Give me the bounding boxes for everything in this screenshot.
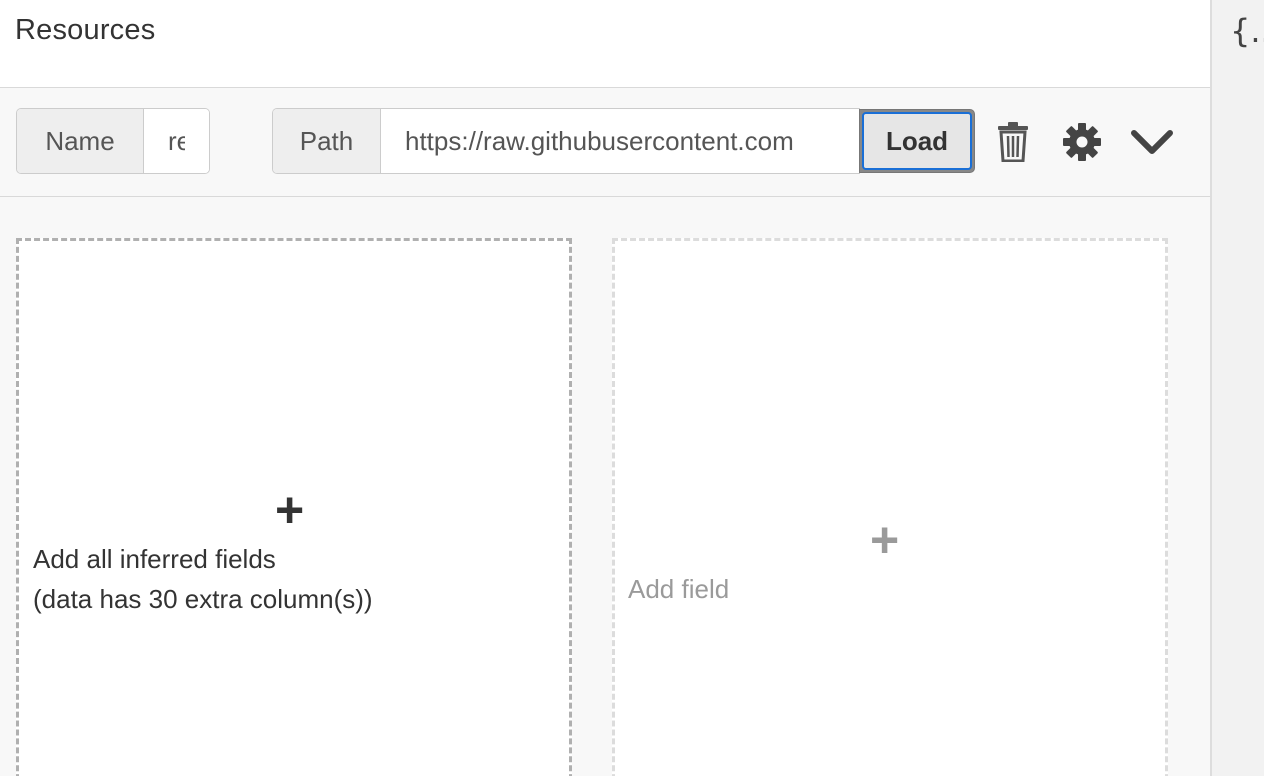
path-label: Path [273,109,381,173]
side-panel: {...} [1210,0,1264,776]
gear-icon [1063,123,1101,161]
path-input-group: Path [272,108,860,174]
json-view-icon[interactable]: {...} [1230,12,1264,50]
trash-icon [998,122,1028,162]
settings-button[interactable] [1058,118,1106,166]
path-input[interactable] [381,109,859,173]
app-root: Resources Name Path Load [0,0,1264,776]
main-panel: Resources Name Path Load [0,0,1210,776]
inferred-fields-text: Add all inferred fields (data has 30 ext… [33,539,373,619]
fields-area: + Add all inferred fields (data has 30 e… [0,197,1210,776]
name-input[interactable] [144,109,209,173]
add-field-card[interactable]: + Add field [612,238,1168,776]
add-inferred-fields-card[interactable]: + Add all inferred fields (data has 30 e… [16,238,572,776]
plus-icon: + [275,482,305,538]
resource-toolbar: Name Path Load [0,88,1210,197]
name-label: Name [17,109,144,173]
header: Resources [0,0,1210,88]
add-field-label: Add field [628,574,730,604]
inferred-fields-line1: Add all inferred fields [33,544,276,574]
chevron-down-icon [1131,130,1173,154]
delete-resource-button[interactable] [989,118,1037,166]
name-input-group: Name [16,108,210,174]
collapse-button[interactable] [1128,118,1176,166]
page-title: Resources [15,14,156,46]
inferred-fields-line2: (data has 30 extra column(s)) [33,584,373,614]
load-button[interactable]: Load [859,109,975,173]
load-button-label: Load [862,112,972,170]
plus-icon: + [870,512,900,568]
